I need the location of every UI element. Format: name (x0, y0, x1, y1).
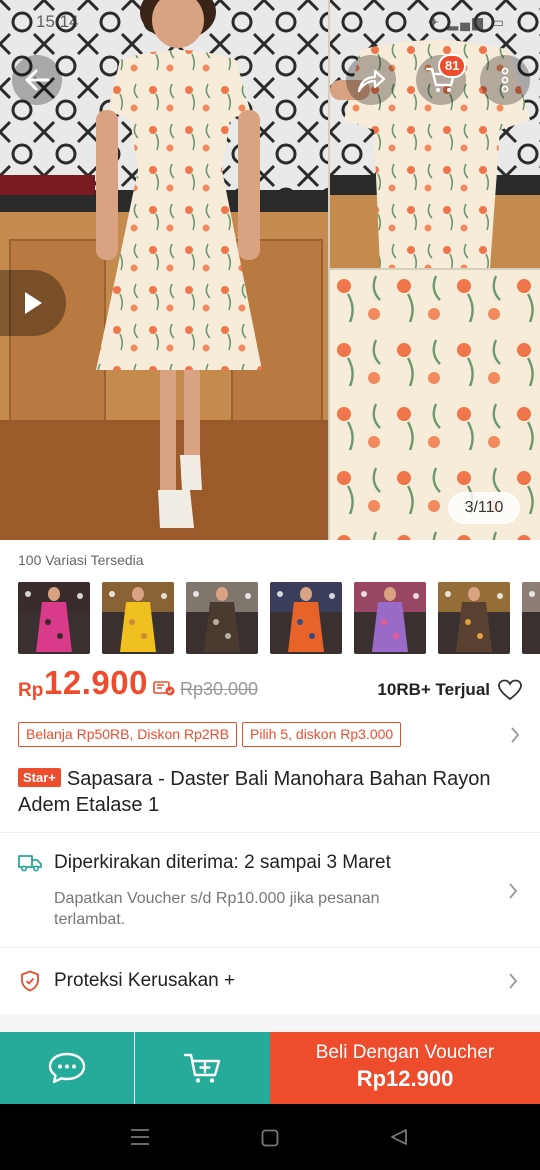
product-title: Sapasara - Daster Bali Manohara Bahan Ra… (18, 768, 491, 816)
chat-button[interactable] (0, 1032, 134, 1104)
cart-count-badge: 81 (438, 54, 467, 78)
variation-thumbnail[interactable] (102, 582, 174, 654)
bottom-action-bar: Beli Dengan Voucher Rp12.900 (0, 1032, 540, 1104)
chevron-right-icon (509, 883, 518, 899)
variation-thumbnail[interactable] (354, 582, 426, 654)
truck-icon (18, 855, 42, 872)
promo-row[interactable]: Belanja Rp50RB, Diskon Rp2RB Pilih 5, di… (18, 722, 528, 748)
protection-label: Proteksi Kerusakan + (54, 970, 236, 991)
status-time: 15:14 (36, 12, 79, 31)
buy-button-label: Beli Dengan Voucher (315, 1042, 495, 1063)
image-counter: 3/110 (448, 492, 520, 524)
price-row: Rp 12.900 Rp30.000 10RB+ Terjual (18, 664, 528, 708)
chevron-right-icon (509, 973, 518, 989)
chat-icon (48, 1052, 86, 1084)
buy-with-voucher-button[interactable]: Beli Dengan Voucher Rp12.900 (270, 1032, 540, 1104)
add-to-cart-button[interactable] (135, 1032, 270, 1104)
divider (0, 832, 540, 833)
chevron-right-icon[interactable] (510, 726, 520, 744)
share-icon (357, 69, 386, 93)
nav-home-icon[interactable] (261, 1129, 279, 1147)
buy-button-price: Rp12.900 (356, 1066, 454, 1091)
price-original: Rp30.000 (180, 679, 259, 699)
section-gap (0, 1014, 540, 1032)
add-to-cart-icon (183, 1053, 220, 1083)
voucher-tag-icon (153, 681, 175, 696)
status-bar: 15:14 ✈ ▂▄▆ ▭ (0, 0, 540, 48)
back-button[interactable] (12, 55, 62, 105)
play-video-button[interactable] (0, 270, 66, 336)
share-button[interactable] (346, 55, 396, 105)
shipping-estimate: Diperkirakan diterima: 2 sampai 3 Maret (54, 852, 391, 873)
sold-count: 10RB+ Terjual (377, 680, 490, 699)
variation-thumbnail[interactable] (18, 582, 90, 654)
back-arrow-icon (25, 69, 50, 91)
variation-thumbnail[interactable] (438, 582, 510, 654)
promo-chip[interactable]: Belanja Rp50RB, Diskon Rp2RB (18, 722, 238, 747)
heart-icon[interactable] (498, 679, 522, 701)
variation-thumbnail[interactable] (270, 582, 342, 654)
product-title-block: Star+ Sapasara - Daster Bali Manohara Bah… (18, 766, 518, 818)
system-nav-bar (0, 1104, 540, 1170)
status-icons: ✈ ▂▄▆ ▭ (427, 14, 506, 30)
more-options-button[interactable] (480, 55, 530, 105)
variation-thumbnail[interactable] (522, 582, 540, 654)
star-plus-badge: Star+ (18, 768, 61, 787)
shipping-info-row[interactable]: Diperkirakan diterima: 2 sampai 3 Maret … (0, 838, 540, 946)
shipping-voucher-note: Dapatkan Voucher s/d Rp10.000 jika pesan… (54, 890, 380, 928)
variation-thumbnails[interactable] (18, 582, 540, 654)
price-currency: Rp (18, 680, 44, 701)
nav-back-icon[interactable] (390, 1128, 408, 1146)
variation-thumbnail[interactable] (186, 582, 258, 654)
variation-count-label: 100 Variasi Tersedia (18, 552, 144, 568)
price-current: 12.900 (44, 664, 148, 701)
promo-chip[interactable]: Pilih 5, diskon Rp3.000 (242, 722, 402, 747)
product-image-gallery[interactable]: 15:14 ✈ ▂▄▆ ▭ 81 3/110 (0, 0, 540, 540)
shield-icon (21, 970, 39, 992)
protection-row[interactable]: Proteksi Kerusakan + (0, 950, 540, 1012)
play-icon (25, 292, 42, 314)
divider (0, 947, 540, 948)
more-vert-icon (501, 67, 509, 93)
nav-menu-icon[interactable] (130, 1128, 150, 1146)
